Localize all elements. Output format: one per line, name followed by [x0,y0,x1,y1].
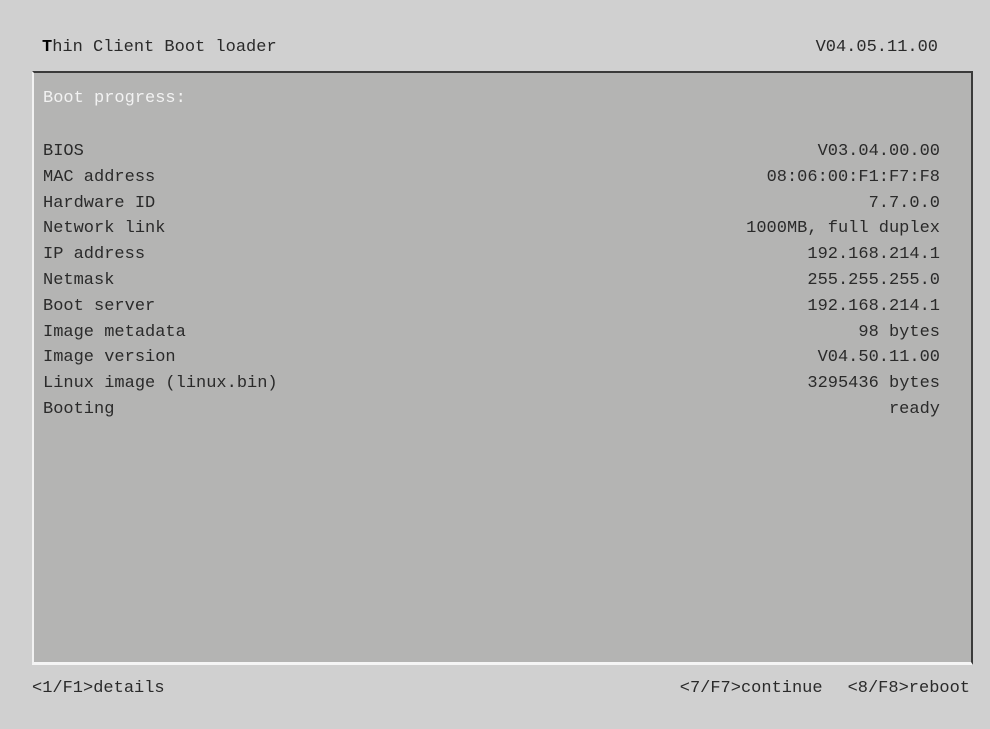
footer-key-bar: <1/F1>details <7/F7>continue <8/F8>reboo… [32,676,970,700]
reboot-key-option[interactable]: <8/F8>reboot [848,679,970,698]
status-label: IP address [43,245,146,265]
app-title-rest: hin Client Boot loader [52,37,277,57]
app-title-initial: T [42,37,53,57]
status-label: MAC address [43,167,156,187]
status-label: Linux image (linux.bin) [43,374,278,394]
details-key-option[interactable]: <1/F1>details [32,679,165,698]
status-value: 7.7.0.0 [868,193,940,213]
status-label: Image metadata [43,322,186,342]
status-row-image-version: Image version V04.50.11.00 [43,345,940,371]
status-value: 98 bytes [858,322,940,342]
status-value: 1000MB, full duplex [746,219,940,239]
status-row-network-link: Network link 1000MB, full duplex [43,216,940,242]
status-label: Image version [43,348,176,368]
status-label: Booting [43,399,115,419]
status-value: 192.168.214.1 [807,296,940,316]
status-value: 3295436 bytes [807,374,940,394]
app-title: Thin Client Boot loader [42,38,277,57]
status-value: 255.255.255.0 [807,270,940,290]
status-row-boot-server: Boot server 192.168.214.1 [43,294,940,320]
status-label: Netmask [43,270,115,290]
status-value: V03.04.00.00 [817,142,940,161]
status-row-netmask: Netmask 255.255.255.0 [43,268,940,294]
boot-status-list: BIOS V03.04.00.00 MAC address 08:06:00:F… [43,139,940,423]
status-value: ready [888,399,940,419]
status-value: V04.50.11.00 [817,348,940,368]
status-value: 192.168.214.1 [807,245,940,265]
status-label: Network link [43,219,166,239]
status-label: BIOS [43,142,84,161]
status-label: Boot server [43,296,156,316]
status-row-linux-image: Linux image (linux.bin) 3295436 bytes [43,371,940,397]
boot-progress-panel: Boot progress: BIOS V03.04.00.00 MAC add… [32,71,973,665]
panel-heading: Boot progress: [43,89,186,108]
status-label: Hardware ID [43,193,156,213]
continue-key-option[interactable]: <7/F7>continue [680,679,823,698]
status-row-booting: Booting ready [43,397,940,423]
loader-version: V04.05.11.00 [815,37,938,57]
title-bar: Thin Client Boot loader V04.05.11.00 [42,34,938,60]
footer-actions: <7/F7>continue <8/F8>reboot [680,679,970,698]
status-row-hardware-id: Hardware ID 7.7.0.0 [43,191,940,217]
status-row-bios: BIOS V03.04.00.00 [43,139,940,165]
status-row-mac-address: MAC address 08:06:00:F1:F7:F8 [43,165,940,191]
status-row-image-metadata: Image metadata 98 bytes [43,320,940,346]
status-row-ip-address: IP address 192.168.214.1 [43,242,940,268]
status-value: 08:06:00:F1:F7:F8 [766,167,940,187]
